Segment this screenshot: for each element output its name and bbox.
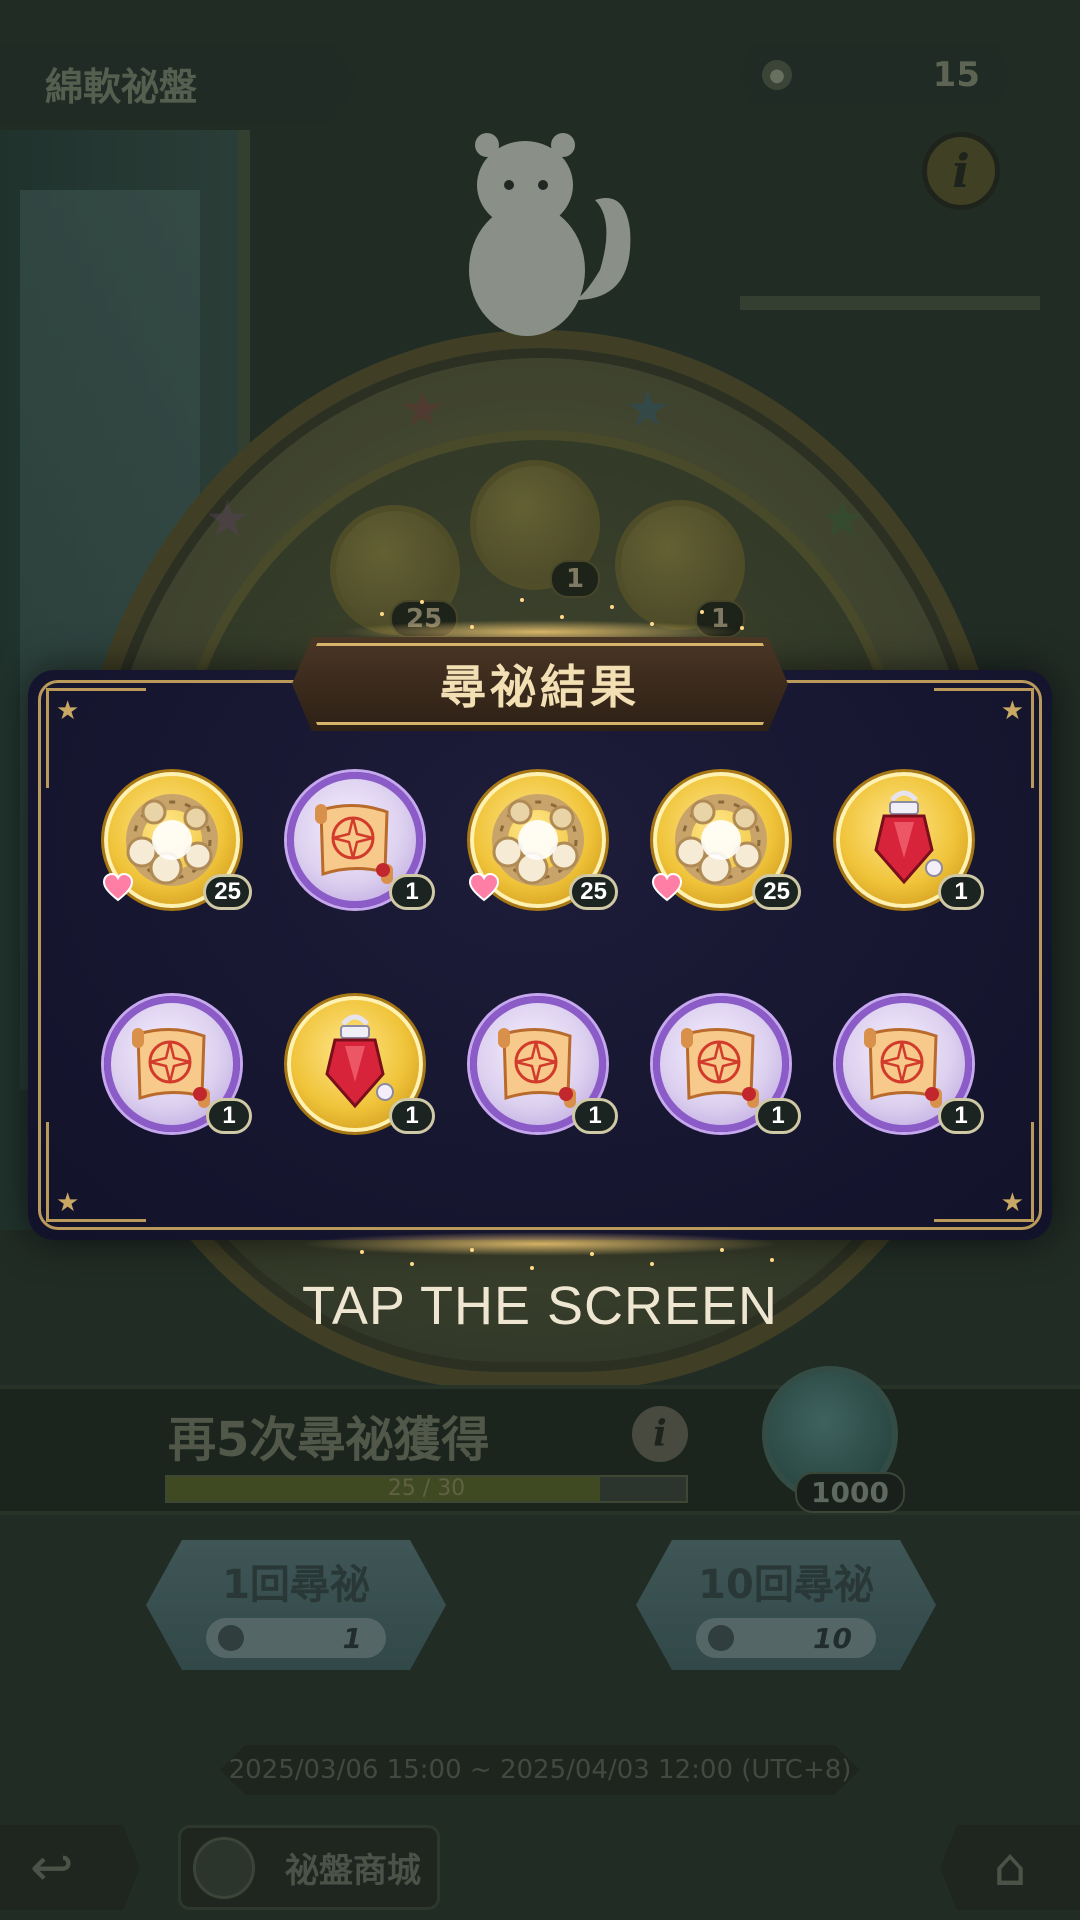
star-icon: ★ [56,696,80,726]
sparkle [360,1250,364,1254]
sparkle [520,598,524,602]
modal-title: 尋祕結果 [440,660,640,714]
result-item-red-crystal-lamp[interactable]: 1 [287,996,435,1136]
result-item-scroll[interactable]: 1 [653,996,801,1136]
result-modal: ★ ★ ★ ★ [28,670,1052,1240]
sparkle [700,610,704,614]
result-item-rose-wreath[interactable]: 25 [102,772,252,912]
result-item-rose-wreath[interactable]: 25 [651,772,801,912]
item-count-badge: 1 [389,1098,435,1134]
sparkle [720,1248,724,1252]
sparkle [470,1248,474,1252]
sparkle [470,625,474,629]
sparkle [740,626,744,630]
item-count-badge: 1 [206,1098,252,1134]
sparkle [420,600,424,604]
result-item-red-crystal-lamp[interactable]: 1 [836,772,984,912]
item-count-badge: 1 [938,874,984,910]
sparkle [560,615,564,619]
item-count-badge: 1 [389,874,435,910]
sparkle [650,622,654,626]
sparkle [530,1266,534,1270]
sparkle [770,1258,774,1262]
sparkle [610,605,614,609]
sparkle [410,1262,414,1266]
heart-icon [102,872,134,902]
result-item-rose-wreath[interactable]: 25 [468,772,618,912]
item-count-badge: 1 [572,1098,618,1134]
star-icon: ★ [1000,1188,1024,1218]
result-item-scroll[interactable]: 1 [470,996,618,1136]
sparkle [590,1252,594,1256]
item-count-badge: 1 [938,1098,984,1134]
item-count-badge: 25 [569,874,618,910]
item-count-badge: 25 [203,874,252,910]
heart-icon [468,872,500,902]
result-item-scroll[interactable]: 1 [836,996,984,1136]
sparkle [650,1262,654,1266]
result-item-scroll[interactable]: 1 [104,996,252,1136]
tap-to-continue-prompt[interactable]: TAP THE SCREEN [0,1275,1080,1337]
star-icon: ★ [56,1188,80,1218]
item-count-badge: 25 [752,874,801,910]
heart-icon [651,872,683,902]
modal-bottom-glow [300,1232,780,1256]
sparkle [380,612,384,616]
star-icon: ★ [1000,696,1024,726]
modal-border [38,680,1042,1230]
result-item-scroll[interactable]: 1 [287,772,435,912]
item-count-badge: 1 [755,1098,801,1134]
